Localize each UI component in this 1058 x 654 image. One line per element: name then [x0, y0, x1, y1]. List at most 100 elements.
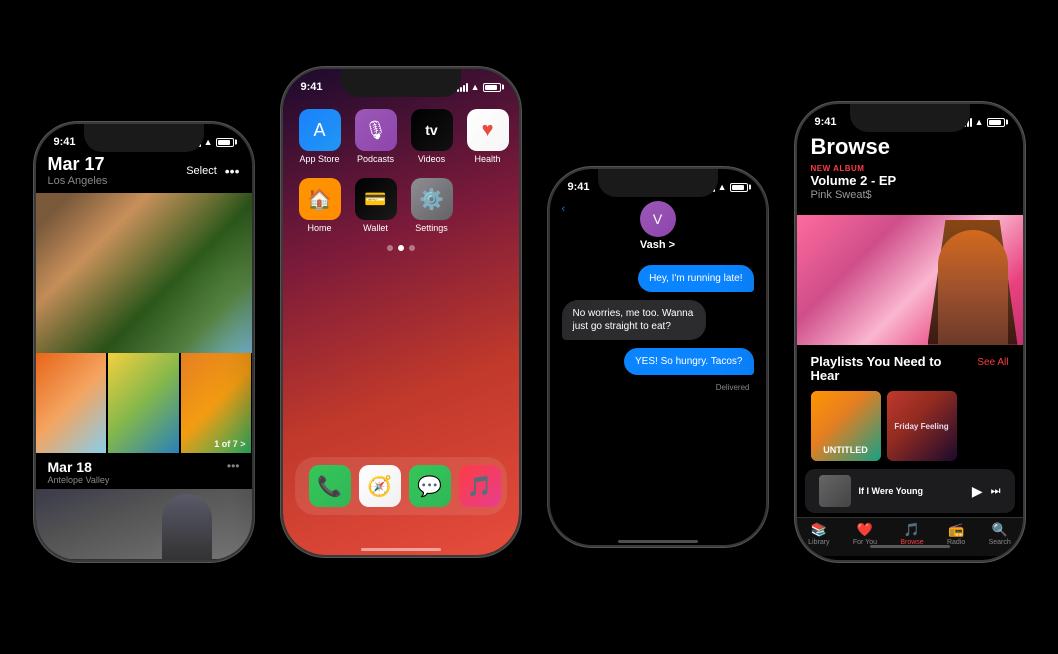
library-icon: 📚 — [811, 522, 827, 538]
music-tab-for-you[interactable]: ❤️ For You — [853, 522, 877, 546]
dock-icons: 📞 🧭 💬 — [309, 465, 493, 507]
home-status-time: 9:41 — [301, 81, 323, 93]
playlists-title: Playlists You Need toHear — [811, 355, 942, 384]
section2-more-icon[interactable]: ••• — [227, 459, 240, 485]
phone-symbol: 📞 — [317, 474, 342, 499]
health-icon-item[interactable]: ♥ Health — [467, 109, 509, 164]
battery-icon — [216, 138, 234, 147]
new-album-section: NEW ALBUM Volume 2 - EP Pink Sweat$ — [797, 164, 1023, 209]
messages-screen: 9:41 ▲ — [550, 169, 766, 545]
podcasts-icon-item[interactable]: 🎙 Podcasts — [355, 109, 397, 164]
msg-battery-icon — [730, 183, 748, 192]
album-art[interactable] — [797, 215, 1023, 345]
phone-photos: 9:41 ▲ Ma — [34, 122, 254, 562]
music-tab-radio[interactable]: 📻 Radio — [947, 522, 965, 546]
wallet-label: Wallet — [363, 223, 388, 233]
health-label: Health — [474, 154, 500, 164]
fast-forward-button[interactable]: ⏭ — [991, 485, 1001, 498]
photo-cell-2[interactable] — [108, 353, 179, 453]
new-album-label: NEW ALBUM — [811, 164, 1009, 173]
music-browse-header: Browse — [797, 132, 1023, 164]
phone-home: 9:41 ▲ — [281, 67, 521, 557]
home-status-icons: ▲ — [457, 82, 501, 92]
messages-status-icons: ▲ — [704, 182, 748, 192]
music-dock-item[interactable]: 🎵 — [459, 465, 501, 507]
now-playing-controls: ▶ ⏭ — [972, 483, 1001, 500]
phone-dock-item[interactable]: 📞 — [309, 465, 351, 507]
playlists-header: Playlists You Need toHear See All — [797, 351, 1023, 388]
messages-symbol: 💬 — [417, 474, 442, 499]
appstore-icon: A — [299, 109, 341, 151]
select-button[interactable]: Select — [186, 165, 217, 177]
now-playing-thumb — [819, 475, 851, 507]
browse-title: Browse — [811, 134, 1009, 160]
music-tab-browse[interactable]: 🎵 Browse — [900, 522, 923, 546]
playlist-friday-label: Friday Feeling — [890, 418, 952, 435]
dot-1 — [387, 245, 393, 251]
now-playing-bar[interactable]: If I Were Young ▶ ⏭ — [805, 469, 1015, 513]
music-symbol: 🎵 — [467, 474, 492, 499]
music-for-you-icon: ❤️ — [857, 522, 873, 538]
home-app-icon-item[interactable]: 🏠 Home — [299, 178, 341, 233]
now-playing-title: If I Were Young — [859, 486, 972, 496]
page-dots — [283, 233, 519, 259]
podcasts-label: Podcasts — [357, 154, 394, 164]
see-all-button[interactable]: See All — [977, 355, 1008, 368]
home-app-icon: 🏠 — [299, 178, 341, 220]
wallet-icon-item[interactable]: 💳 Wallet — [355, 178, 397, 233]
scene: 9:41 ▲ Ma — [0, 0, 1058, 654]
message-2: No worries, me too. Wanna just go straig… — [562, 300, 706, 340]
music-search-icon: 🔍 — [992, 522, 1008, 538]
playlist-2[interactable]: Friday Feeling — [887, 391, 957, 461]
photo-cell-3[interactable]: 1 of 7 > — [181, 353, 252, 453]
home-top-icons: A App Store 🎙 Podcasts tv — [283, 97, 519, 164]
phone-dock-icon: 📞 — [309, 465, 351, 507]
back-button[interactable]: ‹ — [562, 203, 566, 215]
playlist-untitled-label: UNTITLED — [815, 445, 877, 455]
music-tab-search[interactable]: 🔍 Search — [989, 522, 1011, 546]
dot-3 — [409, 245, 415, 251]
photos-location2: Antelope Valley — [48, 475, 110, 485]
podcasts-symbol: 🎙 — [364, 120, 387, 141]
photos-header: Mar 17 Los Angeles Select ••• — [36, 152, 252, 193]
contact-name[interactable]: Vash > — [640, 239, 675, 251]
music-tab-library[interactable]: 📚 Library — [808, 522, 829, 546]
playlist-untitled-art: UNTITLED — [811, 391, 881, 461]
photos-section2: Mar 18 Antelope Valley ••• — [36, 453, 252, 489]
bottom-tabs: Years Months Days All Photos 📷 Photos ❤️… — [36, 559, 252, 560]
tv-icon-item[interactable]: tv Videos — [411, 109, 453, 164]
playlists-row: UNTITLED Friday Feeling — [797, 387, 1023, 465]
tv-symbol: tv — [425, 122, 437, 138]
settings-icon-item[interactable]: ⚙️ Settings — [411, 178, 453, 233]
msg-signal-icon — [704, 183, 715, 192]
signal-icon — [190, 138, 201, 147]
settings-symbol: ⚙️ — [419, 187, 444, 212]
safari-dock-item[interactable]: 🧭 — [359, 465, 401, 507]
message-1: Hey, I'm running late! — [638, 265, 753, 292]
play-button[interactable]: ▶ — [972, 483, 983, 500]
delivered-status: Delivered — [562, 383, 754, 392]
photo-grid-small: 1 of 7 > — [36, 353, 252, 453]
wallet-symbol: 💳 — [364, 189, 386, 210]
phone-music: 9:41 ▲ — [795, 102, 1025, 562]
home-wifi-icon: ▲ — [471, 82, 480, 92]
photos-status-time: 9:41 — [54, 136, 76, 148]
photo-cell-1[interactable] — [36, 353, 107, 453]
music-search-label: Search — [989, 539, 1011, 546]
music-wifi-icon: ▲ — [975, 117, 984, 127]
more-options-icon[interactable]: ••• — [225, 163, 240, 179]
appstore-icon-item[interactable]: A App Store — [299, 109, 341, 164]
dot-2-active — [398, 245, 404, 251]
music-bottom-tabs: 📚 Library ❤️ For You 🎵 Browse 📻 — [797, 517, 1023, 556]
music-home-indicator — [797, 546, 1023, 550]
photos-date1: Mar 17 — [48, 154, 108, 175]
tv-icon: tv — [411, 109, 453, 151]
wifi-icon: ▲ — [204, 137, 213, 147]
photos-location1: Los Angeles — [48, 175, 108, 187]
settings-icon: ⚙️ — [411, 178, 453, 220]
messages-dock-item[interactable]: 💬 — [409, 465, 451, 507]
health-icon: ♥ — [467, 109, 509, 151]
album-artist: Pink Sweat$ — [811, 189, 1009, 201]
playlist-1[interactable]: UNTITLED — [811, 391, 881, 461]
messages-status-bar: 9:41 ▲ — [550, 169, 766, 197]
